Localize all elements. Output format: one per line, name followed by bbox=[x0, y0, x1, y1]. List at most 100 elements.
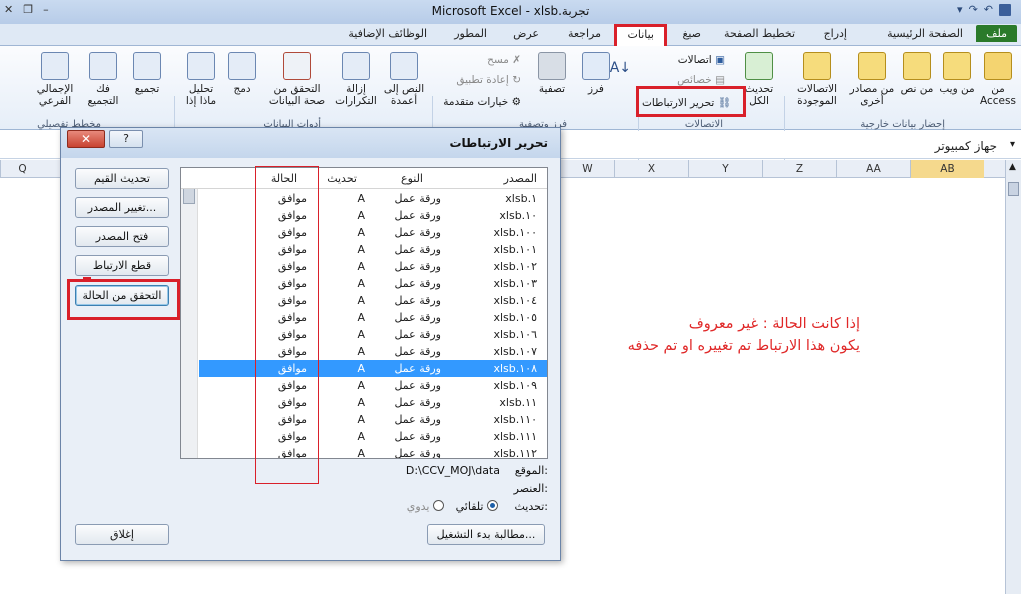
refresh-icon bbox=[745, 52, 773, 80]
list-scrollbar[interactable]: ▲ bbox=[181, 168, 198, 458]
consolidate-button[interactable]: دمج bbox=[225, 52, 259, 95]
auto-radio[interactable]: تلقائي bbox=[456, 500, 498, 513]
tab-addins[interactable]: الوظائف الإضافية bbox=[348, 27, 427, 40]
connections-icon: ▣ bbox=[715, 54, 725, 66]
undo-icon[interactable]: ↶ bbox=[984, 3, 993, 16]
header-source[interactable]: المصدر bbox=[504, 172, 537, 185]
group-icon bbox=[133, 52, 161, 80]
list-item[interactable]: xlsb.١٠٩ ورقة عمل A موافق bbox=[199, 377, 547, 394]
change-source-button[interactable]: تغيير المصدر... bbox=[75, 197, 169, 218]
break-link-button[interactable]: قطع الارتباط bbox=[75, 255, 169, 276]
header-update[interactable]: تحديث bbox=[327, 172, 357, 185]
sort-button[interactable]: فرز bbox=[579, 52, 613, 95]
what-if-button[interactable]: تحليل ماذا إذا bbox=[181, 52, 221, 107]
update-label: تحديث: bbox=[514, 500, 548, 513]
list-item[interactable]: xlsb.١٠ ورقة عمل A موافق bbox=[199, 207, 547, 224]
startup-prompt-button[interactable]: مطالبة بدء التشغيل... bbox=[427, 524, 545, 545]
list-item[interactable]: xlsb.١٠٢ ورقة عمل A موافق bbox=[199, 258, 547, 275]
list-item[interactable]: xlsb.١١٢ ورقة عمل A موافق bbox=[199, 445, 547, 458]
annotation-line: يكون هذا الارتباط تم تغييره او تم حذفه bbox=[627, 338, 860, 354]
column-header[interactable]: AB bbox=[910, 160, 984, 178]
cell-type: ورقة عمل bbox=[394, 192, 441, 205]
tab-review[interactable]: مراجعة bbox=[568, 27, 601, 40]
scroll-up-icon[interactable]: ▲ bbox=[1009, 162, 1016, 172]
list-item[interactable]: xlsb.١١١ ورقة عمل A موافق bbox=[199, 428, 547, 445]
list-item[interactable]: xlsb.١٠٤ ورقة عمل A موافق bbox=[199, 292, 547, 309]
cell-type: ورقة عمل bbox=[394, 345, 441, 358]
text-to-columns-button[interactable]: النص إلى أعمدة bbox=[383, 52, 425, 107]
advanced-filter-button[interactable]: خيارات متقدمة ⚙ bbox=[443, 96, 521, 108]
cell-update: A bbox=[357, 379, 365, 392]
highlight-check-status bbox=[67, 279, 180, 320]
list-item[interactable]: xlsb.١١ ورقة عمل A موافق bbox=[199, 394, 547, 411]
header-type[interactable]: النوع bbox=[401, 172, 423, 185]
help-icon[interactable]: ? bbox=[109, 130, 143, 148]
cell-type: ورقة عمل bbox=[394, 243, 441, 256]
group-label-connections: الاتصالات bbox=[684, 119, 723, 130]
list-item[interactable]: xlsb.١٠٠ ورقة عمل A موافق bbox=[199, 224, 547, 241]
list-item[interactable]: xlsb.١ ورقة عمل A موافق bbox=[199, 190, 547, 207]
connections-button[interactable]: اتصالات ▣ bbox=[678, 54, 725, 66]
tab-view[interactable]: عرض bbox=[513, 27, 539, 40]
filter-button[interactable]: تصفية bbox=[531, 52, 573, 95]
column-header[interactable]: Q bbox=[0, 160, 44, 178]
refresh-all-button[interactable]: تحديث الكل bbox=[741, 52, 777, 107]
open-source-button[interactable]: فتح المصدر bbox=[75, 226, 169, 247]
list-item[interactable]: xlsb.١٠٦ ورقة عمل A موافق bbox=[199, 326, 547, 343]
tab-page-layout[interactable]: تخطيط الصفحة bbox=[724, 27, 795, 40]
radio-unselected[interactable] bbox=[433, 500, 444, 511]
links-list[interactable]: ▲ المصدر النوع تحديث الحالة xlsb.١ ورقة ع… bbox=[180, 167, 548, 459]
item-label: العنصر: bbox=[513, 482, 548, 495]
cell-source: xlsb.١٠٦ bbox=[493, 328, 537, 341]
tab-file[interactable]: ملف bbox=[976, 25, 1017, 42]
from-text-button[interactable]: من نص bbox=[899, 52, 935, 95]
list-item[interactable]: xlsb.١٠٣ ورقة عمل A موافق bbox=[199, 275, 547, 292]
subtotal-button[interactable]: الإجمالي الفرعي bbox=[31, 52, 79, 107]
vertical-scrollbar[interactable]: ▲ bbox=[1005, 160, 1021, 594]
radio-selected[interactable] bbox=[487, 500, 498, 511]
column-header[interactable]: AA bbox=[836, 160, 910, 178]
existing-connections-button[interactable]: الاتصالات الموجودة bbox=[791, 52, 843, 107]
properties-button[interactable]: خصائص ▤ bbox=[677, 74, 725, 86]
list-header: المصدر النوع تحديث الحالة bbox=[181, 168, 547, 189]
reapply-button[interactable]: إعادة تطبيق ↻ bbox=[456, 74, 521, 86]
column-header[interactable]: Z bbox=[762, 160, 836, 178]
redo-icon[interactable]: ↷ bbox=[969, 3, 978, 16]
list-item[interactable]: xlsb.١٠٨ ورقة عمل A موافق bbox=[199, 360, 547, 377]
scroll-thumb[interactable] bbox=[1008, 182, 1019, 196]
list-item[interactable]: xlsb.١٠٥ ورقة عمل A موافق bbox=[199, 309, 547, 326]
annotation-note: إذا كانت الحالة : غير معروف يكون هذا الا… bbox=[596, 313, 860, 357]
list-item[interactable]: xlsb.١٠١ ورقة عمل A موافق bbox=[199, 241, 547, 258]
from-web-button[interactable]: من ويب bbox=[939, 52, 975, 95]
close-button[interactable]: إغلاق bbox=[75, 524, 169, 545]
column-header[interactable]: X bbox=[614, 160, 688, 178]
scroll-thumb[interactable] bbox=[183, 188, 195, 204]
close-icon[interactable]: ✕ bbox=[67, 130, 105, 148]
formula-value[interactable]: جهاز كمبيوتر bbox=[935, 139, 997, 153]
tab-insert[interactable]: إدراج bbox=[824, 27, 847, 40]
ungroup-button[interactable]: فك التجميع bbox=[83, 52, 123, 107]
save-icon[interactable] bbox=[999, 3, 1011, 16]
cell-source: xlsb.١٠٤ bbox=[493, 294, 537, 307]
manual-radio[interactable]: يدوي bbox=[407, 500, 444, 513]
cell-type: ورقة عمل bbox=[394, 209, 441, 222]
dropdown-icon[interactable]: ▾ bbox=[957, 3, 963, 16]
clear-icon: ✗ bbox=[512, 54, 521, 66]
cell-type: ورقة عمل bbox=[394, 413, 441, 426]
remove-duplicates-button[interactable]: إزالة التكرارات bbox=[335, 52, 377, 107]
from-access-button[interactable]: من Access bbox=[979, 52, 1017, 107]
tab-home[interactable]: الصفحة الرئيسية bbox=[887, 27, 963, 40]
column-header[interactable]: Y bbox=[688, 160, 762, 178]
column-header[interactable]: W bbox=[560, 160, 614, 178]
tab-developer[interactable]: المطور bbox=[454, 27, 487, 40]
clear-filter-button[interactable]: مسح ✗ bbox=[487, 54, 521, 66]
cell-source: xlsb.١٠٧ bbox=[493, 345, 537, 358]
group-button[interactable]: تجميع bbox=[127, 52, 167, 95]
from-other-sources-button[interactable]: من مصادر أخرى bbox=[849, 52, 895, 107]
expand-formula-icon[interactable]: ▾ bbox=[1010, 139, 1015, 150]
tab-formulas[interactable]: صيغ bbox=[682, 27, 701, 40]
list-item[interactable]: xlsb.١١٠ ورقة عمل A موافق bbox=[199, 411, 547, 428]
data-validation-button[interactable]: التحقق من صحة البيانات bbox=[265, 52, 329, 107]
update-values-button[interactable]: تحديث القيم bbox=[75, 168, 169, 189]
list-item[interactable]: xlsb.١٠٧ ورقة عمل A موافق bbox=[199, 343, 547, 360]
